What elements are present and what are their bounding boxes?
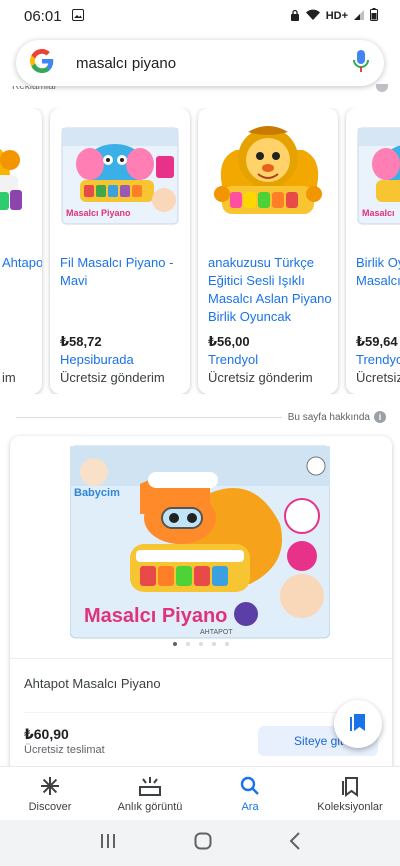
search-icon <box>240 775 260 797</box>
battery-icon <box>370 8 378 24</box>
product-image[interactable] <box>208 120 328 230</box>
pagination-dot[interactable] <box>212 642 216 646</box>
recent-apps-icon[interactable] <box>99 833 117 854</box>
product-image[interactable] <box>0 120 32 230</box>
microphone-icon[interactable] <box>352 49 370 78</box>
wifi-icon <box>305 9 321 24</box>
search-bar[interactable]: masalcı piyano <box>16 40 384 86</box>
info-icon[interactable]: i <box>374 411 386 423</box>
divider <box>10 658 392 659</box>
pagination-dot[interactable] <box>173 642 177 646</box>
nav-collections[interactable]: Koleksiyonlar <box>300 767 400 820</box>
system-navigation-bar <box>0 820 400 866</box>
status-bar: 06:01 HD+ <box>0 0 400 32</box>
bottom-navigation: Discover Anlık görüntü Ara Koleksiyonlar <box>0 766 400 820</box>
about-page-label[interactable]: Bu sayfa hakkında <box>288 412 370 423</box>
info-icon[interactable] <box>376 84 388 92</box>
product-store[interactable]: Trendyol <box>208 352 258 367</box>
product-card[interactable]: Masalcı Piyano Fil Masalcı Piyano - Mavi… <box>50 108 190 394</box>
results-label: Reklamlar <box>12 86 58 92</box>
divider <box>24 712 378 713</box>
product-price: ₺56,00 <box>208 334 250 349</box>
product-card[interactable]: Masalcı Birlik Oyuncak Masalcı Piyano ₺5… <box>346 108 400 394</box>
save-to-collection-button[interactable] <box>334 700 382 748</box>
main-product-shipping: Ücretsiz teslimat <box>24 744 105 756</box>
product-title[interactable]: Fil Masalcı Piyano - Mavi <box>60 254 184 290</box>
image-pagination <box>10 642 392 646</box>
google-logo-icon[interactable] <box>30 48 54 78</box>
about-this-page[interactable]: Bu sayfa hakkında i <box>0 408 400 426</box>
product-store[interactable]: Trendyol <box>356 352 400 367</box>
product-title[interactable]: Ahtapot <box>2 254 42 272</box>
product-title[interactable]: Birlik Oyuncak Masalcı Piyano <box>356 254 400 290</box>
pagination-dot[interactable] <box>199 642 203 646</box>
svg-text:Masalcı Piyano: Masalcı Piyano <box>66 208 131 218</box>
back-icon[interactable] <box>289 831 301 855</box>
main-product-image[interactable]: Babycim Masalcı Piyano AHTAPOT <box>70 444 330 640</box>
svg-text:Masalcı: Masalcı <box>362 208 395 218</box>
main-product-title[interactable]: Ahtapot Masalcı Piyano <box>24 676 161 691</box>
pagination-dot[interactable] <box>186 642 190 646</box>
nav-label: Anlık görüntü <box>117 801 183 813</box>
product-card[interactable]: anakuzusu Türkçe Eğitici Sesli Işıklı Ma… <box>198 108 338 394</box>
collections-icon <box>340 775 360 797</box>
box-subtitle-text: AHTAPOT <box>200 629 233 636</box>
product-carousel[interactable]: Ahtapot im Masalcı Piyano Fil Masalcı Pi… <box>0 108 400 394</box>
nav-discover[interactable]: Discover <box>0 767 100 820</box>
status-time: 06:01 <box>24 7 62 25</box>
box-brand-text: Babycim <box>74 487 120 499</box>
lock-icon <box>290 9 300 24</box>
asterisk-icon <box>39 775 61 797</box>
product-title[interactable]: anakuzusu Türkçe Eğitici Sesli Işıklı Ma… <box>208 254 332 326</box>
product-price: ₺59,64 <box>356 334 398 349</box>
product-image[interactable]: Masalcı Piyano <box>60 120 180 230</box>
product-shipping: im <box>2 370 16 385</box>
product-shipping: Ücretsiz gönderim <box>208 370 313 385</box>
divider <box>16 417 282 418</box>
product-price: ₺58,72 <box>60 334 102 349</box>
signal-icon <box>353 9 365 24</box>
nav-label: Ara <box>241 801 259 813</box>
nav-search[interactable]: Ara <box>200 767 300 820</box>
pagination-dot[interactable] <box>225 642 229 646</box>
home-icon[interactable] <box>194 832 212 855</box>
network-type: HD+ <box>325 10 348 22</box>
gallery-icon <box>71 8 84 24</box>
collections-icon <box>348 711 368 738</box>
product-card[interactable]: Ahtapot im <box>0 108 42 394</box>
product-image[interactable]: Masalcı <box>356 120 400 230</box>
product-store[interactable]: Hepsiburada <box>60 352 134 367</box>
product-shipping: Ücretsiz gönderim <box>60 370 165 385</box>
nav-label: Discover <box>28 801 72 813</box>
box-title-text: Masalcı Piyano <box>84 605 227 627</box>
search-input[interactable]: masalcı piyano <box>76 55 352 72</box>
main-product-price: ₺60,90 <box>24 726 69 742</box>
nav-snapshot[interactable]: Anlık görüntü <box>100 767 200 820</box>
snapshot-icon <box>138 775 162 797</box>
nav-label: Koleksiyonlar <box>317 801 383 813</box>
product-shipping: Ücretsiz gönderim <box>356 370 400 385</box>
